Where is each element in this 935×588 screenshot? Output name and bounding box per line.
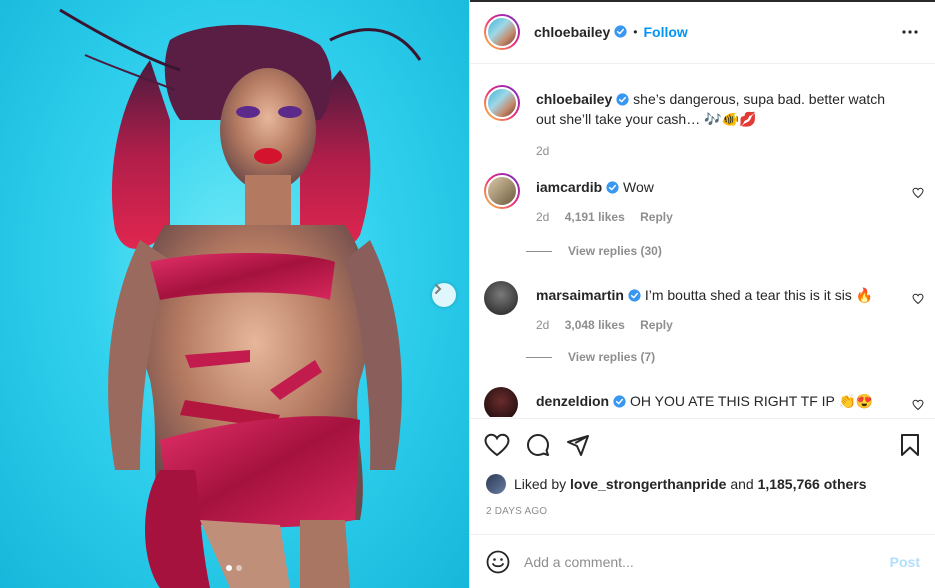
- view-replies-button[interactable]: View replies (7): [526, 350, 655, 364]
- comment-input[interactable]: [524, 553, 864, 570]
- comment-icon[interactable]: [526, 433, 550, 457]
- liked-by-user[interactable]: love_strongerthanpride: [570, 476, 726, 492]
- verified-badge-icon: [606, 181, 619, 194]
- heart-icon[interactable]: [912, 293, 924, 305]
- caption-username[interactable]: chloebailey: [536, 91, 612, 107]
- header-separator: •: [633, 24, 638, 39]
- post-comment-button[interactable]: Post: [890, 554, 920, 570]
- comment-reply-button[interactable]: Reply: [640, 210, 673, 224]
- comment-text: Wow: [623, 179, 654, 195]
- comment-item: marsaimartin I’m boutta shed a tear this…: [484, 281, 924, 341]
- verified-badge-icon: [614, 25, 627, 38]
- carousel-dot-active: [226, 565, 232, 571]
- comment-likes[interactable]: 3,048 likes: [565, 318, 625, 332]
- comment-time: 2d: [536, 210, 550, 224]
- view-replies-button[interactable]: View replies (30): [526, 244, 662, 258]
- caption-avatar[interactable]: [484, 85, 520, 121]
- view-replies-label: View replies (30): [568, 244, 662, 258]
- comment-username[interactable]: marsaimartin: [536, 287, 624, 303]
- post-timestamp[interactable]: 2 DAYS AGO: [486, 506, 547, 517]
- comment-item: denzeldion OH YOU ATE THIS RIGHT TF IP 👏…: [484, 387, 924, 417]
- liked-by-others[interactable]: 1,185,766 others: [758, 476, 867, 492]
- verified-badge-icon: [628, 289, 641, 302]
- carousel-indicator: [226, 565, 242, 571]
- comment-username[interactable]: iamcardib: [536, 179, 602, 195]
- author-avatar[interactable]: [484, 13, 520, 50]
- heart-icon[interactable]: [484, 433, 510, 457]
- comment-likes[interactable]: 4,191 likes: [565, 210, 625, 224]
- post-photo-illustration: [59, 8, 422, 588]
- emoji-icon[interactable]: [486, 550, 510, 574]
- liked-by: Liked by love_strongerthanpride and 1,18…: [486, 474, 867, 494]
- liked-by-prefix: Liked by: [514, 476, 567, 492]
- comment-text: I’m boutta shed a tear this is it sis 🔥: [644, 287, 874, 303]
- verified-badge-icon: [616, 93, 629, 106]
- comment-avatar[interactable]: [484, 173, 520, 209]
- view-replies-label: View replies (7): [568, 350, 656, 364]
- comment-time: 2d: [536, 318, 550, 332]
- add-comment-bar: Post: [470, 534, 935, 588]
- author-username[interactable]: chloebailey: [534, 24, 610, 40]
- comment-item: iamcardib Wow 2d 4,191 likes Reply: [484, 173, 924, 233]
- heart-icon[interactable]: [912, 399, 924, 411]
- comment-reply-button[interactable]: Reply: [640, 318, 673, 332]
- heart-icon[interactable]: [912, 187, 924, 199]
- liker-avatar[interactable]: [486, 474, 506, 494]
- comment-text: OH YOU ATE THIS RIGHT TF IP 👏😍: [630, 393, 874, 409]
- comments-list[interactable]: chloebailey she’s dangerous, supa bad. b…: [470, 65, 935, 417]
- liked-by-and: and: [730, 476, 754, 492]
- next-image-button[interactable]: [432, 283, 456, 307]
- follow-button[interactable]: Follow: [643, 24, 687, 40]
- more-options-icon[interactable]: [902, 24, 918, 40]
- bookmark-icon[interactable]: [898, 433, 922, 457]
- carousel-dot: [236, 565, 242, 571]
- comment-avatar[interactable]: [484, 281, 518, 315]
- action-bar: [470, 418, 935, 472]
- caption: chloebailey she’s dangerous, supa bad. b…: [484, 85, 924, 165]
- verified-badge-icon: [613, 395, 626, 408]
- chevron-right-icon: [435, 284, 442, 294]
- comment-avatar[interactable]: [484, 387, 518, 417]
- share-icon[interactable]: [566, 433, 590, 457]
- post-details-panel: chloebailey • Follow chloebailey she’s d…: [469, 0, 935, 588]
- comment-username[interactable]: denzeldion: [536, 393, 609, 409]
- post-header: chloebailey • Follow: [470, 0, 935, 64]
- caption-time: 2d: [536, 144, 550, 158]
- post-image[interactable]: [0, 0, 469, 588]
